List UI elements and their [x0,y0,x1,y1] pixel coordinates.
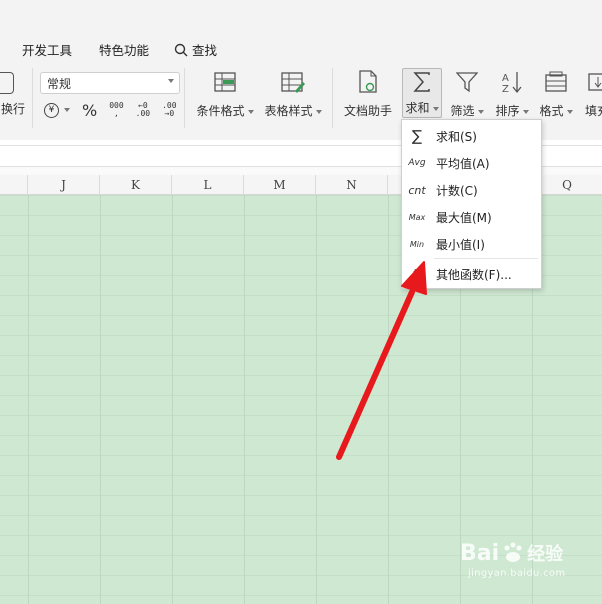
sort-icon: AZ [492,70,532,94]
increase-decimal-button[interactable]: ←0.00 [136,102,150,118]
wrap-text-label: 换行 [0,102,25,116]
chevron-down-icon [247,109,254,114]
average-icon: Avg [408,158,426,168]
menu-item-other-functions[interactable]: fx 其他函数(F)... [402,261,541,287]
menu-item-max[interactable]: Max 最大值(M) [402,204,541,230]
baidu-watermark: Bai 经验 jingyan.baidu.com [460,540,600,598]
tab-special-features[interactable]: 特色功能 [99,40,149,59]
sum-label: 求和 [405,101,430,115]
menu-item-label: 平均值(A) [436,156,490,171]
conditional-format-icon [194,70,256,94]
chevron-down-icon [477,109,484,114]
table-style-icon [262,70,324,94]
conditional-format-label: 条件格式 [196,104,245,118]
menu-item-label: 求和(S) [436,129,477,144]
sum-button[interactable]: 求和 [402,68,442,118]
column-header-q[interactable]: Q [532,175,602,195]
tab-dev-tools[interactable]: 开发工具 [22,40,72,59]
menu-item-count[interactable]: cnt 计数(C) [402,177,541,203]
doc-assistant-button[interactable]: 文档助手 [340,70,396,119]
column-header-j[interactable]: J [28,175,100,195]
ribbon-divider [32,68,33,128]
fill-button[interactable]: 填充 [582,70,602,119]
currency-button[interactable]: ¥ [44,102,70,118]
thousands-separator-label: 000 [109,101,124,110]
menu-item-min[interactable]: Min 最小值(I) [402,231,541,257]
sigma-icon [403,71,441,93]
filter-icon [448,70,486,94]
currency-icon: ¥ [44,102,59,118]
format-icon [536,70,576,94]
watermark-url: jingyan.baidu.com [468,568,566,579]
column-header-k[interactable]: K [100,175,172,195]
filter-button[interactable]: 筛选 [448,70,486,119]
doc-assistant-label: 文档助手 [343,104,392,118]
percent-button[interactable]: % [82,101,97,120]
format-button[interactable]: 格式 [536,70,576,119]
menu-item-label: 最大值(M) [436,210,492,225]
menu-item-label: 最小值(I) [436,237,485,252]
table-style-label: 表格样式 [264,104,313,118]
chevron-down-icon [168,79,174,83]
fill-label: 填充 [584,104,602,118]
number-format-value: 常规 [47,77,72,91]
column-header-n[interactable]: N [316,175,388,195]
menu-divider [434,258,538,259]
chevron-down-icon [566,109,573,114]
conditional-format-button[interactable]: 条件格式 [194,70,256,119]
paw-icon [504,542,522,562]
menu-item-label: 计数(C) [436,183,478,198]
chevron-down-icon [64,108,70,112]
chevron-down-icon [432,106,439,111]
filter-label: 筛选 [450,104,475,118]
doc-assistant-icon [340,70,396,94]
ribbon-divider [184,68,185,128]
thousands-separator-button[interactable]: 000, [109,102,123,118]
format-label: 格式 [539,104,564,118]
sort-label: 排序 [495,104,520,118]
chevron-down-icon [315,109,322,114]
fill-icon [582,70,602,94]
ribbon-divider [332,68,333,128]
decrease-decimal-button[interactable]: .00 →0 [162,102,176,118]
svg-text:A: A [502,73,509,84]
sort-button[interactable]: AZ 排序 [492,70,532,119]
menu-item-average[interactable]: Avg 平均值(A) [402,150,541,176]
max-icon: Max [408,212,426,222]
count-icon: cnt [408,183,426,197]
sigma-icon: ∑ [411,127,423,145]
column-header-l[interactable]: L [172,175,244,195]
column-header-m[interactable]: M [244,175,316,195]
wrap-text-icon [0,72,14,94]
search-icon [174,43,188,56]
tab-bar: 开发工具 特色功能 查找 [0,0,602,68]
function-icon: fx [412,269,422,279]
menu-item-sum[interactable]: ∑ 求和(S) [402,123,541,149]
svg-text:Z: Z [502,84,509,94]
number-format-row: ¥ % 000, ←0.00 .00 →0 [44,99,177,121]
number-format-select[interactable]: 常规 [40,72,180,94]
tab-search[interactable]: 查找 [174,40,217,59]
search-label: 查找 [192,43,218,58]
table-style-button[interactable]: 表格样式 [262,70,324,119]
chevron-down-icon [522,109,529,114]
column-header-partial[interactable] [0,175,28,195]
baidu-logo: Bai 经验 [460,540,564,566]
menu-item-label: 其他函数(F)... [436,267,512,282]
min-icon: Min [409,239,425,249]
sum-dropdown-menu: ∑ 求和(S) Avg 平均值(A) cnt 计数(C) Max 最大值(M) … [401,119,542,289]
wrap-text-button[interactable]: 换行 [0,72,26,117]
